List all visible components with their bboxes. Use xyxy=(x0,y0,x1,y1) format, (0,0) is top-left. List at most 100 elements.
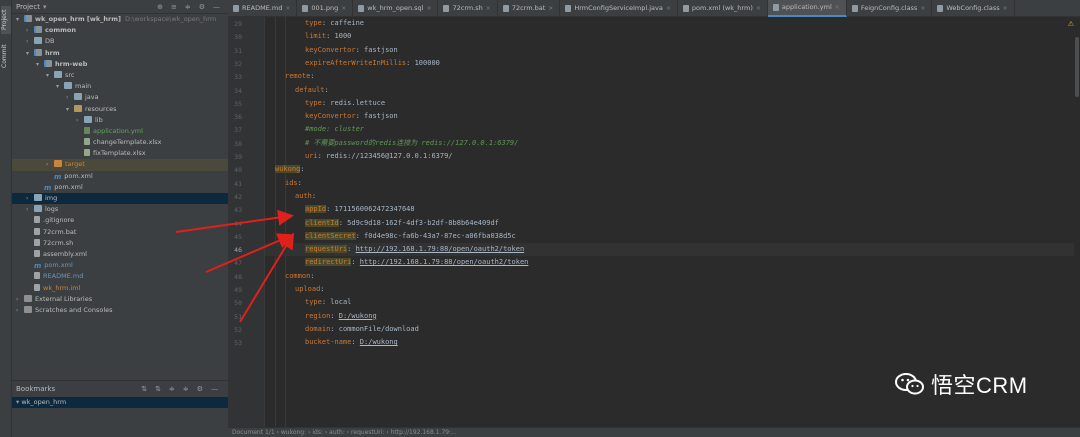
chevron-down-icon[interactable]: ▾ xyxy=(16,14,24,25)
tree-item[interactable]: ▾ main xyxy=(12,81,228,92)
code-line[interactable]: bucket-name: D:/wukong xyxy=(265,336,398,349)
bookmarks-title[interactable]: Bookmarks xyxy=(16,385,55,393)
toolbar-icon[interactable]: ⇅ xyxy=(141,385,147,393)
tree-item[interactable]: 72crm.bat xyxy=(12,227,228,238)
editor-scrollbar[interactable] xyxy=(1074,17,1080,427)
close-icon[interactable]: × xyxy=(920,0,925,17)
editor-tab[interactable]: FeignConfig.class × xyxy=(847,0,933,17)
close-icon[interactable]: × xyxy=(426,0,431,17)
code-line[interactable]: keyConvertor: fastjson xyxy=(265,110,398,123)
toolbar-icon[interactable]: ≑ xyxy=(183,385,189,393)
code-line[interactable]: # 不需要password的redis连接为 redis://127.0.0.1… xyxy=(265,137,518,150)
tree-item[interactable]: ▾ resources xyxy=(12,104,228,115)
tree-item[interactable]: › Scratches and Consoles xyxy=(12,305,228,316)
editor-tab[interactable]: README.md × xyxy=(228,0,298,17)
toolbar-icon[interactable]: — xyxy=(211,385,218,393)
code-line[interactable]: #mode: cluster xyxy=(265,123,364,136)
tree-item[interactable]: › logs xyxy=(12,204,228,215)
close-icon[interactable]: × xyxy=(756,0,761,17)
code-line[interactable]: ids: xyxy=(265,177,306,190)
project-tool-tab[interactable]: Project xyxy=(1,6,11,34)
code-line[interactable]: expireAfterWriteInMillis: 100000 xyxy=(265,57,440,70)
tree-item[interactable]: m pom.xml xyxy=(12,260,228,271)
code-line[interactable]: type: caffeine xyxy=(265,17,364,30)
code-line[interactable]: appId: 1711560062472347648 xyxy=(265,203,415,216)
tree-item[interactable]: ▾ hrm-web xyxy=(12,59,228,70)
editor-tab[interactable]: WebConfig.class × xyxy=(932,0,1015,17)
code-line[interactable]: auth: xyxy=(265,190,320,203)
tree-item[interactable]: application.yml xyxy=(12,126,228,137)
editor-tab[interactable]: application.yml × xyxy=(767,0,847,17)
code-line[interactable]: clientId: 5d9c9d18-162f-4df3-b2df-8b8b64… xyxy=(265,217,499,230)
toolbar-icon[interactable]: ⚙ xyxy=(199,3,205,11)
code-line[interactable]: wukong: xyxy=(265,163,309,176)
editor-tab[interactable]: HrmConfigServiceImpl.java × xyxy=(560,0,678,17)
code-line[interactable]: upload: xyxy=(265,283,329,296)
code-line[interactable]: type: local xyxy=(265,296,351,309)
code-line[interactable]: type: redis.lettuce xyxy=(265,97,385,110)
editor-tab[interactable]: 72crm.bat × xyxy=(498,0,561,17)
code-line[interactable]: default: xyxy=(265,84,333,97)
chevron-down-icon[interactable]: ▾ xyxy=(26,48,34,59)
tree-item[interactable]: › External Libraries xyxy=(12,294,228,305)
tree-item[interactable]: m pom.xml xyxy=(12,182,228,193)
tree-item[interactable]: ▾ wk_open_hrm [wk_hrm] D:\workspace\wk_ope… xyxy=(12,14,228,25)
code-line[interactable]: clientSecret: f0d4e98c-fa6b-43a7-87ec-a0… xyxy=(265,230,516,243)
chevron-right-icon[interactable]: › xyxy=(16,294,24,305)
chevron-down-icon[interactable]: ▾ xyxy=(66,104,74,115)
commit-tool-tab[interactable]: Commit xyxy=(1,44,11,70)
code-line[interactable]: remote: xyxy=(265,70,319,83)
tree-item[interactable]: wk_hrm.iml xyxy=(12,283,228,294)
chevron-down-icon[interactable]: ▾ xyxy=(43,3,47,11)
tree-item[interactable]: fixTemplate.xlsx xyxy=(12,148,228,159)
chevron-right-icon[interactable]: › xyxy=(66,92,74,103)
toolbar-icon[interactable]: ⇅ xyxy=(155,385,161,393)
tree-item[interactable]: .gitignore xyxy=(12,215,228,226)
toolbar-icon[interactable]: ≑ xyxy=(185,3,191,11)
tree-item[interactable]: › lib xyxy=(12,115,228,126)
tree-item[interactable]: ▾ hrm xyxy=(12,48,228,59)
code-line[interactable]: keyConvertor: fastjson xyxy=(265,44,398,57)
tree-item[interactable]: 72crm.sh xyxy=(12,238,228,249)
tree-item[interactable]: changeTemplate.xlsx xyxy=(12,137,228,148)
code-line[interactable]: domain: commonFile/download xyxy=(265,323,419,336)
close-icon[interactable]: × xyxy=(548,0,553,17)
close-icon[interactable]: × xyxy=(486,0,491,17)
tree-item[interactable]: › java xyxy=(12,92,228,103)
editor-tab[interactable]: wk_hrm_open.sql × xyxy=(353,0,439,17)
code-line[interactable]: limit: 1000 xyxy=(265,30,351,43)
project-panel-title[interactable]: Project xyxy=(16,3,40,11)
chevron-right-icon[interactable]: › xyxy=(26,193,34,204)
code-line[interactable]: requestUri: http://192.168.1.79:88/open/… xyxy=(265,243,1080,257)
tree-item[interactable]: README.md xyxy=(12,271,228,282)
code-line[interactable]: redirectUri: http://192.168.1.79:88/open… xyxy=(265,256,528,269)
toolbar-icon[interactable]: — xyxy=(213,3,220,11)
toolbar-icon[interactable]: ≑ xyxy=(169,385,175,393)
chevron-down-icon[interactable]: ▾ xyxy=(36,59,44,70)
chevron-right-icon[interactable]: › xyxy=(26,36,34,47)
chevron-down-icon[interactable]: ▾ xyxy=(56,81,64,92)
tree-item[interactable]: › DB xyxy=(12,36,228,47)
tree-item[interactable]: › img xyxy=(12,193,228,205)
chevron-right-icon[interactable]: › xyxy=(26,25,34,36)
toolbar-icon[interactable]: ⊕ xyxy=(157,3,163,11)
tree-item[interactable]: assembly.xml xyxy=(12,249,228,260)
editor-tab[interactable]: 001.png × xyxy=(297,0,354,17)
bookmark-item[interactable]: ▾ wk_open_hrm xyxy=(12,397,228,408)
tree-item[interactable]: ▾ src xyxy=(12,70,228,81)
code-line[interactable]: common: xyxy=(265,270,319,283)
scrollbar-thumb[interactable] xyxy=(1075,37,1079,97)
close-icon[interactable]: × xyxy=(1003,0,1008,17)
code-line[interactable]: region: D:/wukong xyxy=(265,310,377,323)
editor-tab[interactable]: 72crm.sh × xyxy=(438,0,498,17)
breadcrumb[interactable]: Document 1/1 › wukong: › ids: › auth: › … xyxy=(228,427,1080,437)
close-icon[interactable]: × xyxy=(835,0,840,16)
chevron-right-icon[interactable]: › xyxy=(46,159,54,170)
editor-tab[interactable]: pom.xml (wk_hrm) × xyxy=(678,0,768,17)
chevron-down-icon[interactable]: ▾ xyxy=(46,70,54,81)
chevron-right-icon[interactable]: › xyxy=(26,204,34,215)
chevron-right-icon[interactable]: › xyxy=(76,115,84,126)
toolbar-icon[interactable]: ≡ xyxy=(171,3,177,11)
tree-item[interactable]: › common xyxy=(12,25,228,36)
close-icon[interactable]: × xyxy=(285,0,290,17)
